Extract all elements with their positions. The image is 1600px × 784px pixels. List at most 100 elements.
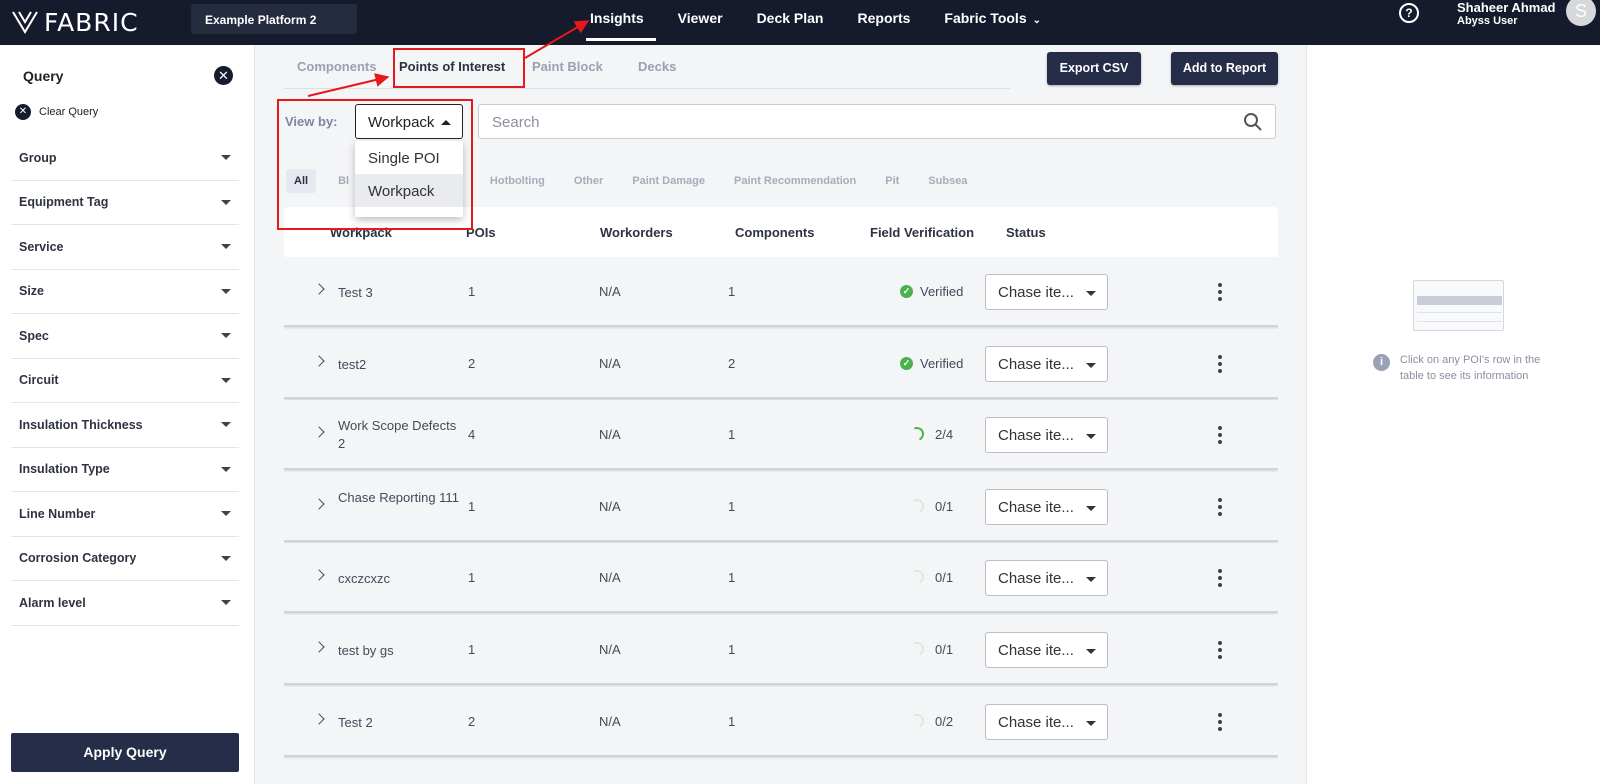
header-workpack[interactable]: Workpack xyxy=(330,225,392,240)
more-vert-icon[interactable] xyxy=(1218,569,1222,588)
filter-alarm-level[interactable]: Alarm level xyxy=(11,581,239,626)
filter-spec[interactable]: Spec xyxy=(11,314,239,359)
filter-service[interactable]: Service xyxy=(11,225,239,270)
cell-workpack: cxczcxzc xyxy=(338,571,390,587)
option-workpack[interactable]: Workpack xyxy=(355,174,463,207)
chevron-right-icon[interactable] xyxy=(313,712,325,725)
status-select[interactable]: Chase ite... xyxy=(985,560,1108,597)
filter-insulation-type[interactable]: Insulation Type xyxy=(11,448,239,492)
filter-insulation-thickness[interactable]: Insulation Thickness xyxy=(11,403,239,448)
empty-state-text: Click on any POI's row in the table to s… xyxy=(1400,354,1541,382)
cell-components: 1 xyxy=(728,713,736,729)
table-row[interactable]: Chase Reporting 111 1 N/A 1 0/1 Chase ite... xyxy=(284,471,1278,542)
filter-circuit[interactable]: Circuit xyxy=(11,359,239,403)
chip-paint-recommendation[interactable]: Paint Recommendation xyxy=(734,169,856,193)
cell-workpack: Test 3 xyxy=(338,285,373,300)
chevron-right-icon[interactable] xyxy=(313,641,325,653)
verification-count: 2/4 xyxy=(935,427,954,443)
search-input[interactable]: Search xyxy=(478,104,1276,139)
status-select[interactable]: Chase ite... xyxy=(985,488,1108,525)
table-row[interactable]: test2 2 N/A 2 ✓ Verified Chase ite... xyxy=(284,328,1278,399)
chevron-right-icon[interactable] xyxy=(313,283,325,295)
illustration-line xyxy=(1417,321,1502,322)
more-vert-icon[interactable] xyxy=(1218,426,1222,445)
caret-down-icon xyxy=(221,377,231,383)
chevron-right-icon[interactable] xyxy=(313,498,325,510)
more-vert-icon[interactable] xyxy=(1218,712,1222,731)
apply-query-button[interactable]: Apply Query xyxy=(11,733,239,772)
filter-size[interactable]: Size xyxy=(11,270,239,314)
filter-equipment-tag[interactable]: Equipment Tag xyxy=(11,181,239,225)
more-vert-icon[interactable] xyxy=(1218,354,1222,373)
tab-components[interactable]: Components xyxy=(297,59,376,74)
export-csv-button[interactable]: Export CSV xyxy=(1047,52,1141,85)
verification-count: 0/1 xyxy=(935,570,954,586)
view-by-select[interactable]: Workpack xyxy=(355,104,463,139)
fabric-logo[interactable]: FABRIC xyxy=(12,6,139,38)
nav-fabric-tools[interactable]: Fabric Tools ⌄ xyxy=(932,0,1053,45)
chevron-right-icon[interactable] xyxy=(313,426,325,438)
chip-other[interactable]: Other xyxy=(574,169,603,193)
cell-workpack: test2 xyxy=(338,356,367,372)
tab-decks[interactable]: Decks xyxy=(638,59,676,74)
verification-status: Verified xyxy=(920,355,964,371)
status-value: Chase ite... xyxy=(998,284,1074,301)
chevron-right-icon[interactable] xyxy=(313,569,325,582)
clear-query-label: Clear Query xyxy=(39,106,99,118)
status-select[interactable]: Chase ite... xyxy=(985,703,1108,740)
header-components[interactable]: Components xyxy=(735,225,814,240)
header-workorders[interactable]: Workorders xyxy=(600,225,673,240)
status-select[interactable]: Chase ite... xyxy=(985,631,1108,668)
chip-paint-damage[interactable]: Paint Damage xyxy=(632,169,705,193)
more-vert-icon[interactable] xyxy=(1218,640,1222,659)
header-status[interactable]: Status xyxy=(1006,225,1046,240)
tab-points-of-interest[interactable]: Points of Interest xyxy=(399,59,505,74)
table-row[interactable]: test by gs 1 N/A 1 0/1 Chase ite... xyxy=(284,614,1278,685)
chip-hotbolting[interactable]: Hotbolting xyxy=(490,169,545,193)
chip-bl[interactable]: Bl xyxy=(338,169,349,193)
platform-selector[interactable]: Example Platform 2 xyxy=(191,4,357,34)
filter-corrosion-category[interactable]: Corrosion Category xyxy=(11,537,239,581)
status-select[interactable]: Chase ite... xyxy=(985,417,1108,454)
table-row[interactable]: cxczcxzc 1 N/A 1 0/1 Chase ite... xyxy=(284,543,1278,614)
nav-insights[interactable]: Insights xyxy=(578,0,656,45)
caret-up-icon xyxy=(441,120,451,125)
cell-components: 1 xyxy=(728,427,736,443)
table-row[interactable]: Work Scope Defects 2 4 N/A 1 2/4 Chase ite... xyxy=(284,400,1278,471)
help-icon[interactable]: ? xyxy=(1399,3,1419,23)
table-body: Test 3 1 N/A 1 ✓ Verified Chase ite... test2 2 N/… xyxy=(284,257,1278,757)
clear-query-button[interactable]: ✕ Clear Query xyxy=(15,104,98,120)
close-icon[interactable]: ✕ xyxy=(214,66,233,85)
add-to-report-button[interactable]: Add to Report xyxy=(1171,52,1278,85)
caret-down-icon xyxy=(221,333,231,339)
filter-label: Spec xyxy=(19,328,49,343)
more-vert-icon[interactable] xyxy=(1218,497,1222,516)
filter-line-number[interactable]: Line Number xyxy=(11,492,239,537)
avatar[interactable]: S xyxy=(1566,0,1596,26)
chip-subsea[interactable]: Subsea xyxy=(928,169,967,193)
filter-group[interactable]: Group xyxy=(11,136,239,181)
chevron-right-icon[interactable] xyxy=(313,354,325,367)
cell-workorders: N/A xyxy=(599,498,621,514)
status-select[interactable]: Chase ite... xyxy=(985,345,1108,382)
filter-label: Size xyxy=(19,284,45,299)
chip-pit[interactable]: Pit xyxy=(885,169,899,193)
status-select[interactable]: Chase ite... xyxy=(985,274,1108,310)
header-field-verification[interactable]: Field Verification xyxy=(870,225,974,240)
caret-down-icon xyxy=(1086,648,1096,654)
top-nav-bar: FABRIC Example Platform 2 Insights Viewe… xyxy=(0,0,1600,45)
chip-all[interactable]: All xyxy=(286,169,317,193)
option-single-poi[interactable]: Single POI xyxy=(355,141,463,174)
tab-paint-block[interactable]: Paint Block xyxy=(532,59,603,74)
table-row[interactable]: Test 3 1 N/A 1 ✓ Verified Chase ite... xyxy=(284,257,1278,327)
verification-count: 0/1 xyxy=(935,641,954,657)
header-pois[interactable]: POIs xyxy=(466,225,496,240)
search-icon[interactable] xyxy=(1243,112,1263,132)
more-vert-icon[interactable] xyxy=(1218,283,1222,301)
nav-viewer[interactable]: Viewer xyxy=(666,0,735,45)
table-row[interactable]: Test 2 2 N/A 1 0/2 Chase ite... xyxy=(284,686,1278,757)
view-by-dropdown: Single POI Workpack xyxy=(355,141,463,217)
nav-deck-plan[interactable]: Deck Plan xyxy=(745,0,836,45)
caret-down-icon xyxy=(221,155,231,161)
nav-reports[interactable]: Reports xyxy=(846,0,923,45)
